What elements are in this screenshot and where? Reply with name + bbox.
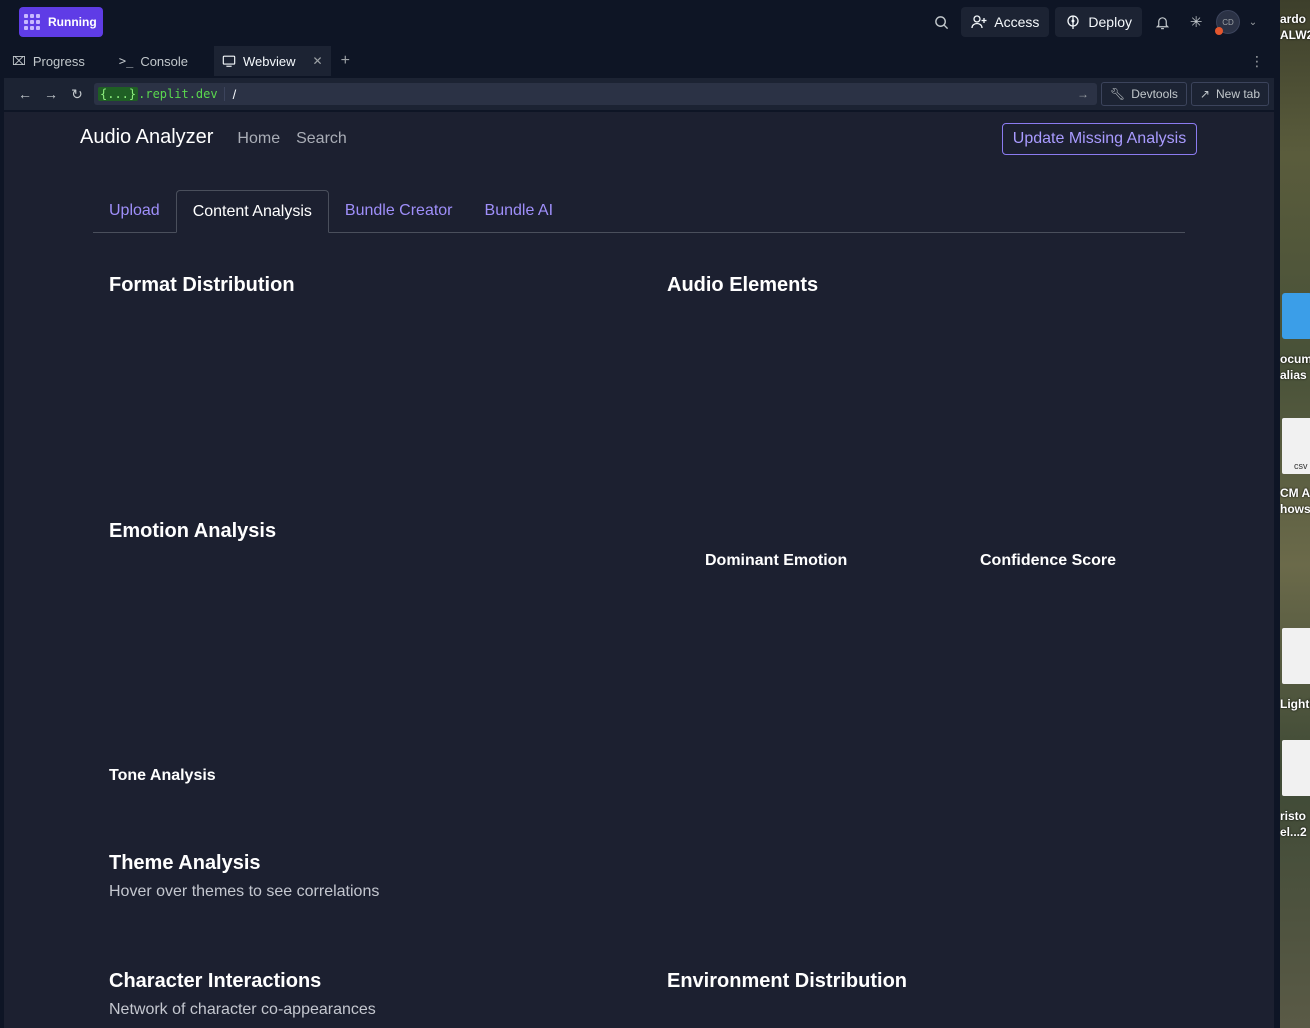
url-path: / bbox=[232, 86, 237, 102]
external-link-icon: ↗ bbox=[1199, 87, 1210, 101]
tab-label: Console bbox=[140, 53, 189, 69]
replit-logo-icon bbox=[24, 14, 40, 30]
chevron-down-icon[interactable]: ⌄ bbox=[1246, 8, 1260, 36]
wrench-icon: 🔧︎ bbox=[1110, 87, 1126, 101]
new-tab-label: New tab bbox=[1215, 87, 1261, 101]
access-label: Access bbox=[994, 14, 1040, 30]
run-status-label: Running bbox=[48, 15, 97, 29]
close-icon[interactable]: ✕ bbox=[313, 54, 323, 68]
top-right-actions: Access Deploy ✳ CD ⌄ bbox=[927, 6, 1260, 38]
tab-webview[interactable]: Webview ✕ bbox=[214, 46, 331, 76]
tone-analysis-heading: Tone Analysis bbox=[109, 767, 216, 784]
sparkle-icon[interactable]: ✳ bbox=[1182, 8, 1210, 36]
tab-bundle-ai[interactable]: Bundle AI bbox=[469, 190, 570, 232]
more-options-icon[interactable]: ⋮ bbox=[1250, 53, 1264, 70]
forward-arrow-icon[interactable]: → bbox=[38, 81, 64, 107]
desktop-label: ocum bbox=[1280, 352, 1310, 366]
desktop-label: ALW2 bbox=[1280, 28, 1310, 42]
document-file-icon[interactable] bbox=[1282, 628, 1310, 684]
tab-label: Webview bbox=[243, 53, 296, 69]
dominant-emotion-heading: Dominant Emotion bbox=[705, 552, 848, 569]
tab-progress[interactable]: ⌧ Progress bbox=[4, 46, 93, 76]
desktop-label: Lighti bbox=[1280, 697, 1310, 711]
devtools-button[interactable]: 🔧︎ Devtools bbox=[1101, 82, 1187, 106]
environment-distribution-heading: Environment Distribution bbox=[667, 970, 907, 992]
go-arrow-icon[interactable]: → bbox=[1077, 87, 1089, 101]
format-distribution-heading: Format Distribution bbox=[109, 274, 295, 296]
emotion-analysis-heading: Emotion Analysis bbox=[109, 520, 277, 542]
desktop-label: alias bbox=[1280, 368, 1307, 382]
app-navbar: Audio Analyzer Home Search bbox=[80, 126, 347, 149]
folder-icon[interactable] bbox=[1282, 293, 1310, 339]
tab-content-analysis[interactable]: Content Analysis bbox=[175, 190, 329, 233]
theme-analysis-subtitle: Hover over themes to see correlations bbox=[109, 883, 380, 900]
tab-console[interactable]: >_ Console bbox=[111, 46, 196, 76]
analysis-tabs: Upload Content Analysis Bundle Creator B… bbox=[93, 190, 1185, 233]
tab-label: Progress bbox=[32, 53, 85, 69]
deploy-button[interactable]: Deploy bbox=[1055, 7, 1142, 37]
character-interactions-subtitle: Network of character co-appearances bbox=[109, 1001, 376, 1018]
desktop-label: CM Au bbox=[1280, 486, 1310, 500]
tab-upload[interactable]: Upload bbox=[93, 190, 176, 232]
monitor-icon bbox=[222, 55, 236, 67]
desktop-background: ardo ALW2 ocum alias csv CM Au hows. Lig… bbox=[1280, 0, 1310, 1028]
notification-dot bbox=[1215, 27, 1223, 35]
terminal-icon: >_ bbox=[118, 54, 134, 68]
devtools-label: Devtools bbox=[1131, 87, 1178, 101]
deploy-label: Deploy bbox=[1088, 14, 1132, 30]
nav-search-link[interactable]: Search bbox=[296, 130, 347, 148]
nav-home-link[interactable]: Home bbox=[237, 130, 280, 148]
url-input[interactable]: {...} .replit.dev / → bbox=[94, 83, 1097, 105]
search-icon[interactable] bbox=[927, 8, 955, 36]
deploy-icon bbox=[1067, 15, 1080, 29]
character-interactions-heading: Character Interactions bbox=[109, 970, 322, 992]
avatar[interactable]: CD bbox=[1215, 10, 1240, 35]
audio-elements-heading: Audio Elements bbox=[667, 274, 819, 296]
confidence-score-heading: Confidence Score bbox=[980, 552, 1117, 569]
document-file-icon[interactable] bbox=[1282, 740, 1310, 796]
url-bar: ← → ↻ {...} .replit.dev / → 🔧︎ Devtools ↗… bbox=[4, 78, 1274, 110]
access-button[interactable]: Access bbox=[961, 7, 1050, 37]
desktop-label: hows. bbox=[1280, 502, 1310, 516]
desktop-label: risto bbox=[1280, 809, 1307, 823]
csv-file-icon[interactable]: csv bbox=[1282, 418, 1310, 474]
webview: Audio Analyzer Home Search Update Missin… bbox=[4, 112, 1274, 1028]
add-tab-icon[interactable]: + bbox=[341, 52, 350, 70]
top-bar: Running Access Deploy ✳ CD ⌄ bbox=[0, 0, 1280, 44]
avatar-initials: CD bbox=[1222, 17, 1234, 27]
run-status-button[interactable]: Running bbox=[19, 7, 103, 37]
panel-tab-strip: ⌧ Progress >_ Console Webview ✕ + ⋮ bbox=[4, 46, 1274, 76]
update-missing-analysis-button[interactable]: Update Missing Analysis bbox=[1002, 123, 1197, 155]
desktop-label: ardo bbox=[1280, 12, 1307, 26]
app-brand[interactable]: Audio Analyzer bbox=[80, 126, 213, 149]
back-arrow-icon[interactable]: ← bbox=[12, 81, 38, 107]
desktop-label: el...2 bbox=[1280, 825, 1307, 839]
new-tab-button[interactable]: ↗ New tab bbox=[1190, 82, 1270, 106]
bell-icon[interactable] bbox=[1148, 8, 1176, 36]
progress-icon: ⌧ bbox=[12, 54, 26, 68]
theme-analysis-heading: Theme Analysis bbox=[109, 852, 261, 874]
add-user-icon bbox=[971, 15, 987, 29]
url-host: {...} .replit.dev bbox=[98, 87, 225, 101]
reload-icon[interactable]: ↻ bbox=[64, 81, 90, 107]
tab-bundle-creator[interactable]: Bundle Creator bbox=[329, 190, 469, 232]
